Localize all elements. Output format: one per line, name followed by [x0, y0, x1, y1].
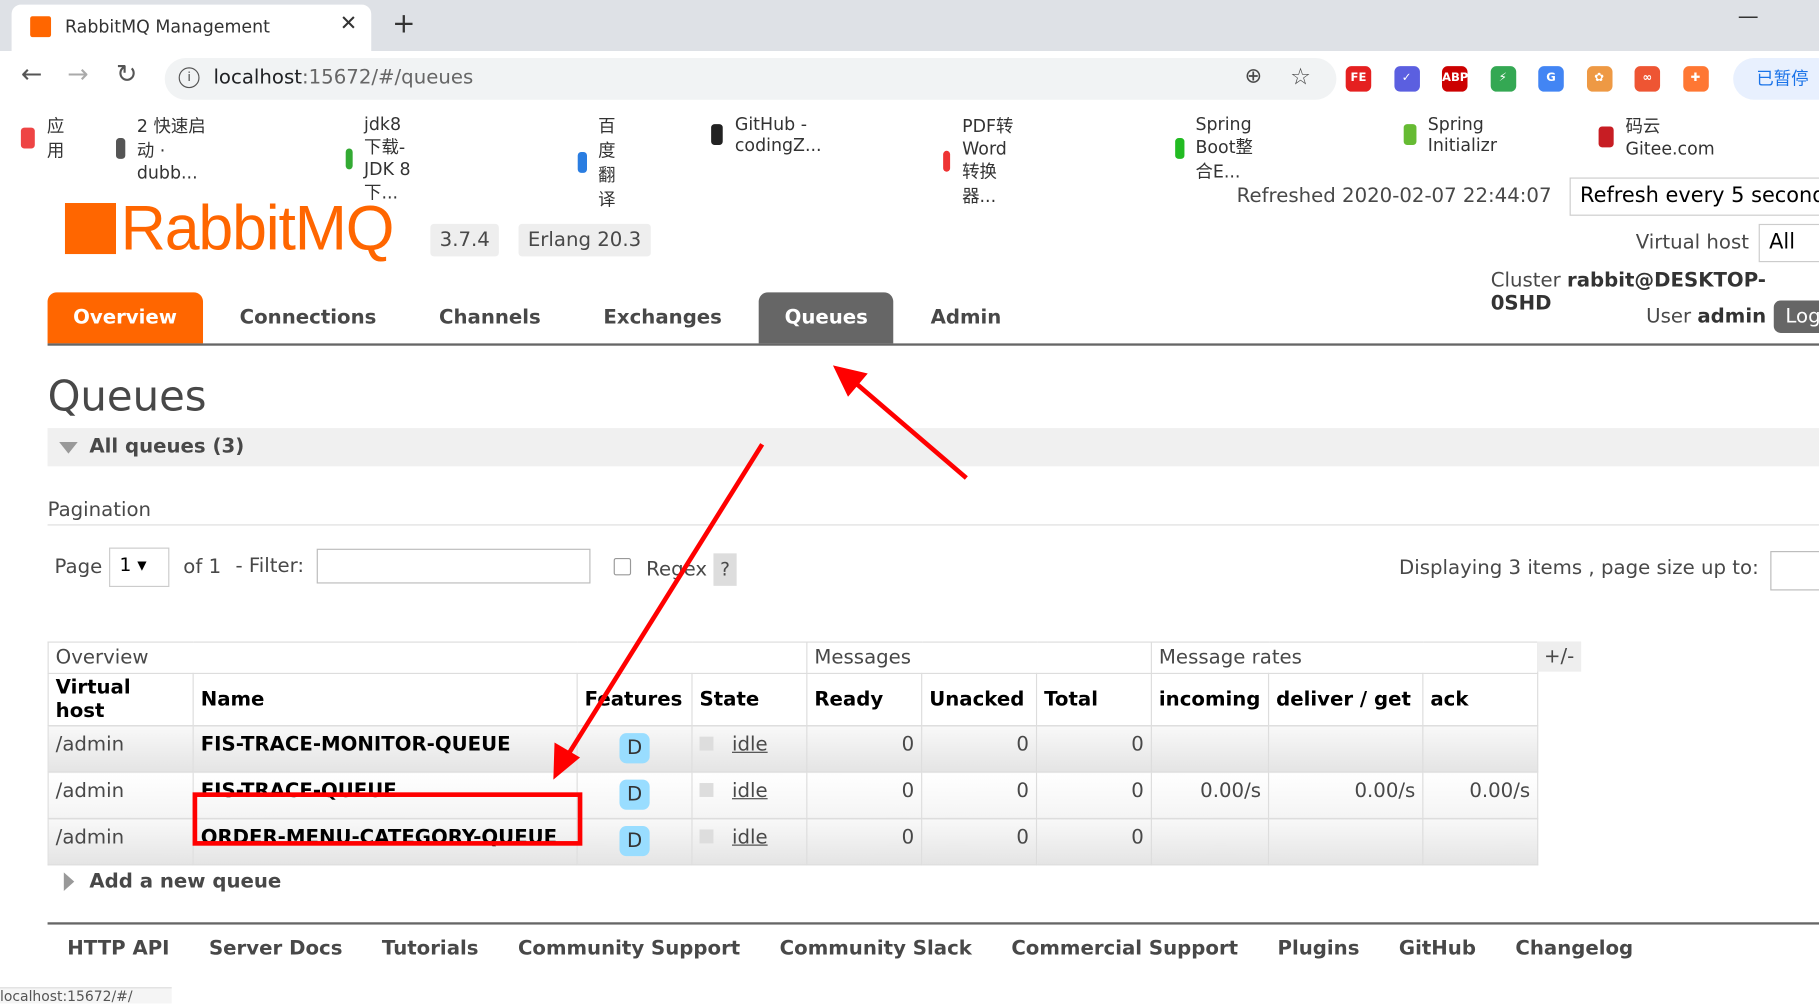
footer-link[interactable]: Community Support — [518, 937, 740, 960]
expand-triangle-icon — [63, 872, 75, 891]
footer-link[interactable]: Plugins — [1278, 937, 1360, 960]
footer-link[interactable]: GitHub — [1399, 937, 1476, 960]
footer-link[interactable]: Commercial Support — [1011, 937, 1238, 960]
arrow-to-queue — [566, 443, 765, 756]
annotation-arrows — [553, 365, 968, 780]
arrowhead-icon — [553, 742, 581, 780]
status-bar-url: localhost:15672/#/ — [0, 987, 172, 1004]
footer-divider — [47, 922, 1819, 925]
footer-link[interactable]: Server Docs — [209, 937, 342, 960]
footer-link[interactable]: Community Slack — [780, 937, 972, 960]
arrowhead-icon — [832, 365, 868, 397]
arrow-to-queues-tab — [851, 378, 968, 480]
add-queue-toggle[interactable]: Add a new queue — [89, 870, 281, 893]
footer-link[interactable]: HTTP API — [67, 937, 169, 960]
footer-link[interactable]: Tutorials — [382, 937, 479, 960]
footer-link[interactable]: Changelog — [1515, 937, 1633, 960]
